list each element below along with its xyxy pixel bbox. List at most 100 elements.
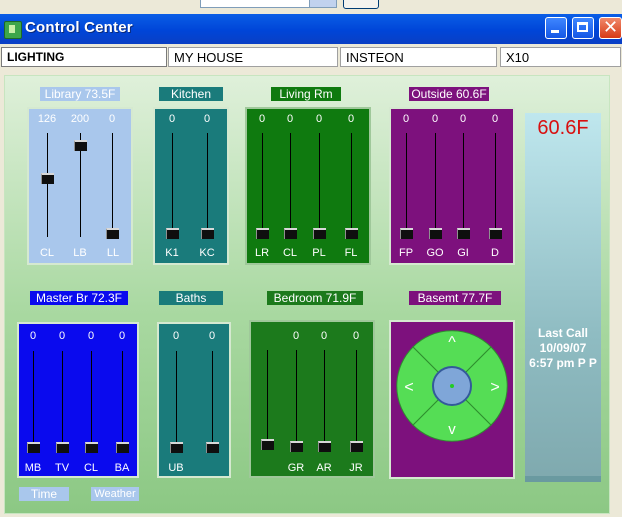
slider-track — [47, 133, 48, 237]
value-go: 0 — [431, 113, 439, 125]
label-tv: TV — [54, 462, 70, 474]
weather-tab[interactable]: Weather — [91, 487, 139, 501]
slider-cl[interactable] — [41, 173, 54, 184]
value-cl: 126 — [37, 113, 57, 125]
time-tab[interactable]: Time — [19, 487, 69, 501]
slider-ll[interactable] — [106, 228, 119, 239]
slider-fl[interactable] — [345, 228, 358, 239]
slider-track — [356, 350, 357, 448]
value-fp: 0 — [402, 113, 410, 125]
slider-track — [62, 351, 63, 449]
slider-ba[interactable] — [116, 442, 129, 453]
app-icon — [4, 21, 22, 39]
slider-kc[interactable] — [201, 228, 214, 239]
dpad: ^ v < > — [395, 329, 509, 443]
value-mb: 0 — [29, 330, 37, 342]
label-lr: LR — [254, 247, 270, 259]
slider-track — [406, 133, 407, 237]
lighting-panel: Library 73.5F 126 200 0 CL LB LL Kitchen… — [0, 71, 622, 517]
last-call-date: 10/09/07 — [539, 341, 587, 355]
group-outside: 0 0 0 0 FP GO GI D — [389, 107, 515, 265]
close-button[interactable]: ✕ — [599, 17, 622, 39]
slider-track — [324, 350, 325, 448]
group-kitchen: 0 0 K1 KC — [153, 107, 229, 265]
tab-x10[interactable]: X10 — [500, 47, 621, 67]
slider-gr[interactable] — [290, 441, 303, 452]
slider-pl[interactable] — [313, 228, 326, 239]
value-gr: 0 — [292, 330, 300, 342]
group-title-baths: Baths — [159, 291, 223, 305]
slider-mb[interactable] — [27, 442, 40, 453]
slider-track — [463, 133, 464, 237]
slider-lr[interactable] — [256, 228, 269, 239]
label-cl: CL — [282, 247, 298, 259]
value-cl: 0 — [87, 330, 95, 342]
background-window-strip — [0, 0, 622, 14]
group-master-br: 0 0 0 0 MB TV CL BA — [17, 322, 139, 478]
tab-lighting[interactable]: LIGHTING — [1, 47, 167, 67]
slider-bath-2[interactable] — [206, 442, 219, 453]
slider-k1[interactable] — [166, 228, 179, 239]
slider-track — [207, 133, 208, 237]
dpad-up-icon: ^ — [448, 334, 456, 351]
group-title-basement: Basemt 77.7F — [409, 291, 501, 305]
dpad-center-dot — [450, 384, 454, 388]
slider-gi[interactable] — [457, 228, 470, 239]
slider-track — [351, 133, 352, 237]
slider-fp[interactable] — [400, 228, 413, 239]
label-ba: BA — [114, 462, 130, 474]
label-cl: CL — [39, 247, 55, 259]
label-gr: GR — [287, 462, 305, 474]
value-ub: 0 — [172, 330, 180, 342]
value-ar: 0 — [320, 330, 328, 342]
group-title-outside: Outside 60.6F — [409, 87, 489, 101]
value-kc: 0 — [203, 113, 211, 125]
label-go: GO — [426, 247, 444, 259]
tab-insteon[interactable]: INSTEON — [340, 47, 497, 67]
slider-lb[interactable] — [74, 140, 87, 151]
title-bar: Control Center ✕ — [0, 14, 622, 44]
slider-ar[interactable] — [318, 441, 331, 452]
group-baths: 0 0 UB — [157, 322, 231, 478]
slider-tv[interactable] — [56, 442, 69, 453]
group-title-bedroom: Bedroom 71.9F — [267, 291, 363, 305]
label-ar: AR — [316, 462, 332, 474]
slider-track — [267, 350, 268, 448]
slider-go[interactable] — [429, 228, 442, 239]
label-d: D — [491, 247, 499, 259]
maximize-button[interactable] — [572, 17, 594, 39]
group-title-living-rm: Living Rm — [271, 87, 341, 101]
slider-track — [290, 133, 291, 237]
slider-cl[interactable] — [85, 442, 98, 453]
slider-bedroom-1[interactable] — [261, 439, 274, 450]
slider-track — [296, 350, 297, 448]
last-call-time: 6:57 pm P P — [529, 356, 597, 370]
slider-track — [495, 133, 496, 237]
slider-track — [262, 133, 263, 237]
label-ll: LL — [106, 247, 120, 259]
slider-track — [33, 351, 34, 449]
value-gi: 0 — [459, 113, 467, 125]
label-fp: FP — [398, 247, 414, 259]
group-bedroom: 0 0 0 GR AR JR — [249, 320, 375, 478]
slider-ub[interactable] — [170, 442, 183, 453]
tab-bar: LIGHTING MY HOUSE INSTEON X10 — [0, 44, 622, 71]
slider-cl[interactable] — [284, 228, 297, 239]
slider-d[interactable] — [489, 228, 502, 239]
tab-my-house[interactable]: MY HOUSE — [168, 47, 338, 67]
value-lr: 0 — [258, 113, 266, 125]
close-icon: ✕ — [603, 17, 619, 38]
group-title-library: Library 73.5F — [40, 87, 120, 101]
slider-track — [176, 351, 177, 449]
dpad-right-icon: > — [490, 379, 499, 396]
background-button — [343, 0, 379, 9]
slider-track — [172, 133, 173, 237]
outside-temperature: 60.6F — [537, 117, 589, 139]
lighting-area: Library 73.5F 126 200 0 CL LB LL Kitchen… — [4, 75, 610, 514]
label-jr: JR — [349, 462, 363, 474]
dpad-left-icon: < — [404, 379, 413, 396]
label-ub: UB — [168, 462, 184, 474]
label-gi: GI — [457, 247, 469, 259]
slider-jr[interactable] — [350, 441, 363, 452]
minimize-button[interactable] — [545, 17, 567, 39]
